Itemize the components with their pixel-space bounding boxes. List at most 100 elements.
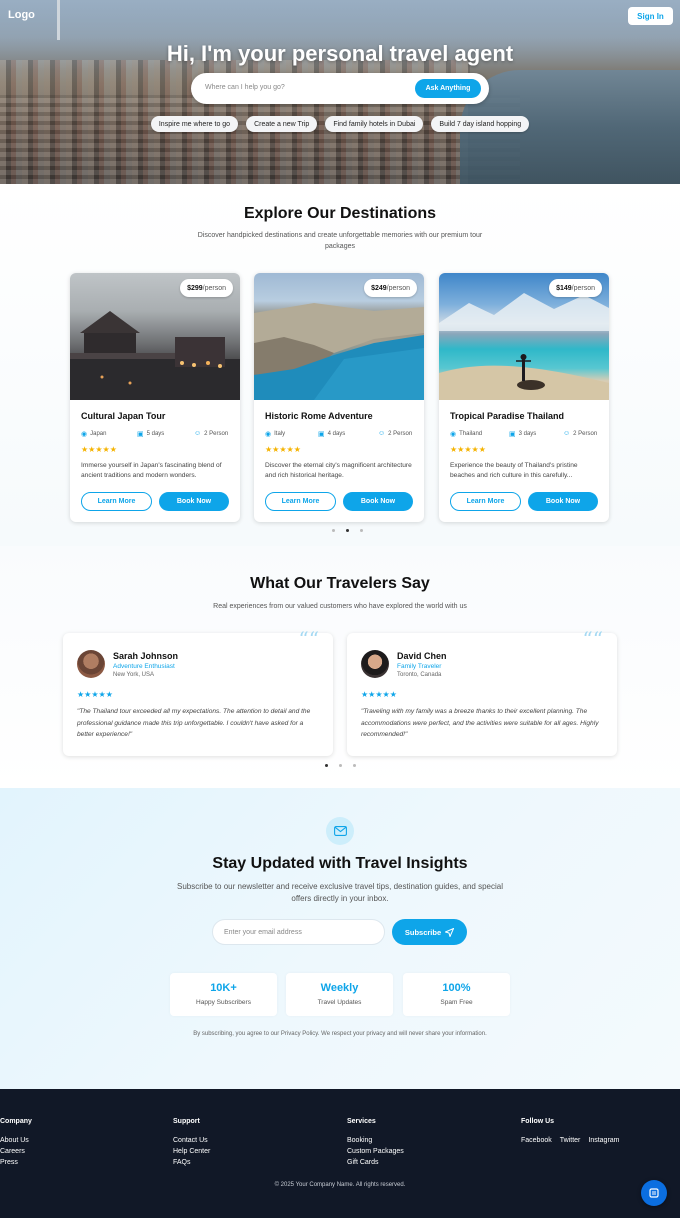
learn-more-button[interactable]: Learn More <box>81 492 152 511</box>
star-rating: ★★★★★ <box>265 445 301 454</box>
carousel-dot-active[interactable] <box>325 764 328 767</box>
book-now-button[interactable]: Book Now <box>159 492 229 511</box>
map-pin-icon: ◉ <box>81 431 88 438</box>
destination-card[interactable]: $149/person Tropical Paradise Thailand ◉… <box>439 273 609 522</box>
ask-anything-button[interactable]: Ask Anything <box>415 79 481 98</box>
carousel-dot[interactable] <box>360 529 363 532</box>
users-icon: ☺ <box>378 430 386 437</box>
suggestion-chip[interactable]: Create a new Trip <box>246 116 318 132</box>
footer: Company About Us Careers Press Support C… <box>0 1089 680 1218</box>
newsletter-title: Stay Updated with Travel Insights <box>212 855 468 872</box>
meta-duration: ▣ 4 days <box>318 430 345 438</box>
hero-city-texture <box>0 95 520 184</box>
stat-value: Weekly <box>320 982 359 994</box>
meta-duration: ▣ 3 days <box>509 430 536 438</box>
meta-location: ◉ Italy <box>265 430 285 438</box>
footer-link[interactable]: Press <box>0 1157 32 1168</box>
suggestion-chip[interactable]: Inspire me where to go <box>150 116 239 132</box>
price-unit: /person <box>571 284 595 292</box>
footer-column-services: Services Booking Custom Packages Gift Ca… <box>347 1118 404 1168</box>
mail-icon <box>326 817 354 845</box>
stat-card: Weekly Travel Updates <box>286 973 393 1016</box>
email-input[interactable]: Enter your email address <box>212 919 385 945</box>
testimonials-title: What Our Travelers Say <box>250 575 430 592</box>
twitter-link[interactable]: Twitter <box>560 1135 581 1146</box>
destinations-subtitle: Discover handpicked destinations and cre… <box>197 232 483 250</box>
book-now-button[interactable]: Book Now <box>528 492 598 511</box>
card-description: Immerse yourself in Japan's fascinating … <box>81 462 222 479</box>
users-icon: ☺ <box>563 430 571 437</box>
book-now-button[interactable]: Book Now <box>343 492 413 511</box>
footer-column-follow: Follow Us Facebook Twitter Instagram <box>521 1118 620 1146</box>
card-title: Historic Rome Adventure <box>265 411 373 421</box>
testimonial-quote: "The Thailand tour exceeded all my expec… <box>77 708 311 738</box>
location-text: Italy <box>274 431 286 437</box>
avatar <box>77 650 105 678</box>
learn-more-button[interactable]: Learn More <box>450 492 521 511</box>
testimonial-quote: "Traveling with my family was a breeze t… <box>361 708 599 738</box>
logo[interactable]: Logo <box>8 9 35 21</box>
quote-icon: ““ <box>298 627 319 651</box>
meta-people: ☺ 2 Person <box>563 430 597 437</box>
footer-link[interactable]: Booking <box>347 1135 404 1146</box>
footer-link[interactable]: Custom Packages <box>347 1146 404 1157</box>
hero-search-input[interactable]: Where can I help you go? <box>205 84 285 91</box>
sign-in-button[interactable]: Sign In <box>628 7 673 25</box>
learn-more-button[interactable]: Learn More <box>265 492 336 511</box>
hero-title: Hi, I'm your personal travel agent <box>166 41 514 66</box>
footer-column-company: Company About Us Careers Press <box>0 1118 32 1168</box>
card-title: Tropical Paradise Thailand <box>450 411 565 421</box>
footer-link[interactable]: Gift Cards <box>347 1157 404 1168</box>
testimonial-card: ““ Sarah Johnson Adventure Enthusiast Ne… <box>63 627 333 756</box>
footer-link[interactable]: Contact Us <box>173 1135 210 1146</box>
copyright: © 2025 Your Company Name. All rights res… <box>274 1182 406 1188</box>
destination-card[interactable]: $299/person Cultural Japan Tour ◉ Japan ▣… <box>70 273 240 522</box>
destination-card[interactable]: $249/person Historic Rome Adventure ◉ Ita… <box>254 273 424 522</box>
testimonials-subtitle: Real experiences from our valued custome… <box>213 603 467 610</box>
price-value: $249 <box>371 284 387 292</box>
carousel-dot-active[interactable] <box>346 529 349 532</box>
reviewer-name: Sarah Johnson <box>113 651 179 661</box>
price-badge: $299/person <box>180 279 233 297</box>
meta-location: ◉ Thailand <box>450 430 482 438</box>
reviewer-role: Adventure Enthusiast <box>113 663 175 670</box>
footer-heading: Follow Us <box>521 1118 555 1125</box>
destinations-title: Explore Our Destinations <box>243 205 437 222</box>
card-description: Experience the beauty of Thailand's pris… <box>450 462 578 479</box>
price-value: $299 <box>187 284 203 292</box>
footer-link[interactable]: Help Center <box>173 1146 210 1157</box>
duration-text: 4 days <box>327 431 346 437</box>
facebook-link[interactable]: Facebook <box>521 1135 552 1146</box>
footer-link[interactable]: About Us <box>0 1135 32 1146</box>
carousel-dot[interactable] <box>339 764 342 767</box>
reviewer-role: Family Traveler <box>397 663 442 670</box>
star-rating: ★★★★★ <box>81 445 117 454</box>
calendar-icon: ▣ <box>509 431 516 438</box>
star-rating: ★★★★★ <box>450 445 486 454</box>
carousel-dot[interactable] <box>353 764 356 767</box>
meta-people: ☺ 2 Person <box>378 430 412 437</box>
newsletter-section: Stay Updated with Travel Insights Subscr… <box>0 788 680 1089</box>
star-rating: ★★★★★ <box>361 690 397 699</box>
map-pin-icon: ◉ <box>265 431 272 438</box>
price-value: $149 <box>556 284 572 292</box>
suggestion-chip[interactable]: Build 7 day island hopping <box>431 116 530 132</box>
chat-button[interactable] <box>641 1180 667 1206</box>
privacy-note: By subscribing, you agree to our Privacy… <box>193 1031 487 1037</box>
subscribe-button[interactable]: Subscribe <box>392 919 467 945</box>
testimonial-card: ““ David Chen Family Traveler Toronto, C… <box>347 627 617 756</box>
footer-link[interactable]: FAQs <box>173 1157 210 1168</box>
footer-heading: Company <box>0 1118 32 1125</box>
destinations-carousel-dots <box>332 529 363 532</box>
price-unit: /person <box>386 284 410 292</box>
suggestion-chip[interactable]: Find family hotels in Dubai <box>325 116 424 132</box>
stat-card: 10K+ Happy Subscribers <box>170 973 277 1016</box>
location-text: Thailand <box>459 431 483 437</box>
hero-section: Logo Sign In Hi, I'm your personal trave… <box>0 0 680 184</box>
footer-link[interactable]: Careers <box>0 1146 32 1157</box>
testimonials-carousel-dots <box>325 764 356 767</box>
carousel-dot[interactable] <box>332 529 335 532</box>
instagram-link[interactable]: Instagram <box>588 1135 619 1146</box>
destinations-section: Explore Our Destinations Discover handpi… <box>0 184 680 546</box>
chat-icon <box>649 1188 659 1198</box>
